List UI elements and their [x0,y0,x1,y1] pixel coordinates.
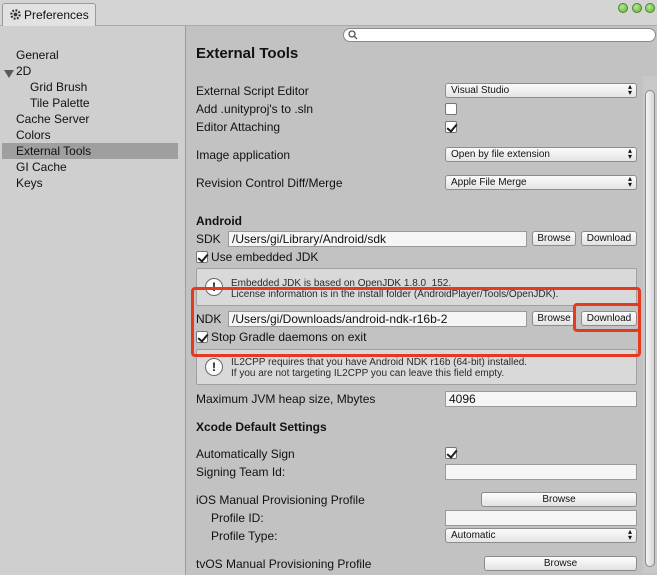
dropdown-arrows-icon: ▴ ▾ [627,146,632,161]
xcode-heading: Xcode Default Settings [196,420,327,434]
sdk-label: SDK [196,232,221,246]
sidebar-item-tile-palette[interactable]: Tile Palette [0,95,186,111]
tvos-profile-label: tvOS Manual Provisioning Profile [196,557,372,571]
tvos-profile-browse-button[interactable]: Browse [484,556,637,571]
dropdown-arrows-icon: ▴ ▾ [627,174,632,189]
use-embedded-jdk-label: Use embedded JDK [211,250,319,264]
profile-type-label: Profile Type: [211,529,278,543]
sidebar-item-general[interactable]: General [0,47,186,63]
sidebar-item-colors[interactable]: Colors [0,127,186,143]
window-control-button[interactable] [645,3,655,13]
sidebar-item-external-tools[interactable]: External Tools [2,143,178,159]
scrollbar-thumb[interactable] [645,90,655,567]
title-bar [0,0,657,26]
script-editor-dropdown[interactable]: Visual Studio ▴ ▾ [445,83,637,98]
profile-id-field[interactable] [445,510,637,526]
search-icon [348,30,358,40]
sidebar-item-cache-server[interactable]: Cache Server [0,111,186,127]
image-application-value: Open by file extension [451,149,550,160]
script-editor-value: Visual Studio [451,85,510,96]
sdk-browse-button[interactable]: Browse [532,231,576,246]
add-unityproj-checkbox[interactable] [445,103,457,115]
sidebar-item-2d[interactable]: 2D [0,63,186,79]
jvm-heap-field[interactable]: 4096 [445,391,637,407]
ios-profile-browse-button[interactable]: Browse [481,492,637,507]
sidebar-item-keys[interactable]: Keys [0,175,186,191]
ios-profile-label: iOS Manual Provisioning Profile [196,493,365,507]
use-embedded-jdk-checkbox[interactable] [196,251,208,263]
sidebar-item-grid-brush[interactable]: Grid Brush [0,79,186,95]
dropdown-arrows-icon: ▴ ▾ [627,82,632,97]
editor-attaching-label: Editor Attaching [196,120,281,134]
window-title: Preferences [24,8,89,22]
android-heading: Android [196,214,242,228]
dropdown-arrows-icon: ▴ ▾ [627,527,632,542]
revision-control-label: Revision Control Diff/Merge [196,176,343,190]
sdk-download-button[interactable]: Download [581,231,637,246]
script-editor-label: External Script Editor [196,84,309,98]
window-control-button[interactable] [632,3,642,13]
gear-icon [10,9,21,20]
sdk-path-field[interactable]: /Users/gi/Library/Android/sdk [228,231,527,247]
window-tab[interactable]: Preferences [2,3,96,26]
il2cpp-info-line2: If you are not targeting IL2CPP you can … [231,368,505,379]
page-title: External Tools [196,45,299,62]
jvm-heap-label: Maximum JVM heap size, Mbytes [196,392,376,406]
auto-sign-checkbox[interactable] [445,447,457,459]
revision-control-value: Apple File Merge [451,177,527,188]
profile-type-dropdown[interactable]: Automatic ▴ ▾ [445,528,637,543]
search-input[interactable] [343,28,656,42]
sidebar-item-gi-cache[interactable]: GI Cache [0,159,186,175]
il2cpp-info-line1: IL2CPP requires that you have Android ND… [231,357,528,368]
profile-id-label: Profile ID: [211,511,264,525]
profile-type-value: Automatic [451,530,496,541]
add-unityproj-label: Add .unityproj's to .sln [196,102,314,116]
image-application-label: Image application [196,148,291,162]
revision-control-dropdown[interactable]: Apple File Merge ▴ ▾ [445,175,637,190]
info-icon: ! [205,358,223,376]
team-id-field[interactable] [445,464,637,480]
team-id-label: Signing Team Id: [196,465,286,479]
download-highlight-box [573,303,641,332]
auto-sign-label: Automatically Sign [196,447,295,461]
image-application-dropdown[interactable]: Open by file extension ▴ ▾ [445,147,637,162]
editor-attaching-checkbox[interactable] [445,121,457,133]
window-control-button[interactable] [618,3,628,13]
